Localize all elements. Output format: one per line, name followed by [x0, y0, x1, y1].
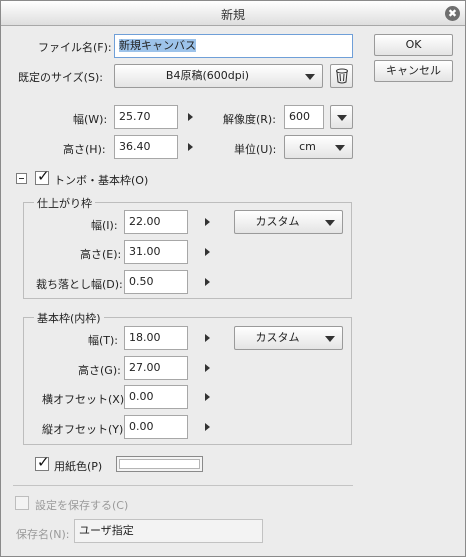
close-icon[interactable]: ✖	[445, 6, 460, 21]
save-name-label: 保存名(N):	[16, 528, 70, 541]
new-canvas-dialog: 新規 ✖ OK キャンセル ファイル名(F): 新規キャンバス 既定のサイズ(S…	[0, 0, 466, 557]
finish-frame-title: 仕上がり枠	[34, 195, 95, 211]
save-settings-checkbox[interactable]	[15, 496, 29, 510]
basic-width-label: 幅(T):	[88, 334, 119, 347]
v-offset-label: 縦オフセット(Y):	[42, 423, 128, 436]
finish-height-label: 高さ(E):	[80, 248, 122, 261]
canvas-width-input[interactable]: 25.70	[114, 105, 178, 129]
finish-width-label: 幅(I):	[91, 219, 118, 232]
save-settings-label: 設定を保存する(C)	[35, 499, 129, 512]
arrow-right-icon[interactable]	[205, 248, 210, 256]
unit-dropdown[interactable]: cm	[284, 135, 353, 159]
checkmark-icon: ✓	[37, 167, 50, 185]
paper-color-swatch-button[interactable]	[116, 456, 203, 472]
title-bar: 新規 ✖	[1, 1, 465, 26]
resolution-dropdown-button[interactable]	[330, 105, 353, 129]
finish-preset-dropdown[interactable]: カスタム	[234, 210, 343, 234]
canvas-height-input[interactable]: 36.40	[114, 135, 178, 159]
h-offset-input[interactable]: 0.00	[124, 385, 188, 409]
bleed-width-input[interactable]: 0.50	[124, 270, 188, 294]
arrow-right-icon[interactable]	[205, 218, 210, 226]
basic-preset-value: カスタム	[255, 331, 300, 344]
chevron-down-icon	[325, 336, 335, 342]
paper-color-swatch	[119, 459, 200, 469]
checkmark-icon: ✓	[37, 453, 50, 471]
arrow-right-icon[interactable]	[188, 113, 193, 121]
finish-height-input[interactable]: 31.00	[124, 240, 188, 264]
basic-preset-dropdown[interactable]: カスタム	[234, 326, 343, 350]
ok-button[interactable]: OK	[374, 34, 453, 56]
resolution-input[interactable]: 600	[284, 105, 324, 129]
arrow-right-icon[interactable]	[205, 278, 210, 286]
arrow-right-icon[interactable]	[205, 393, 210, 401]
chevron-down-icon	[335, 145, 345, 151]
finish-width-input[interactable]: 22.00	[124, 210, 188, 234]
bleed-width-label: 裁ち落とし幅(D):	[36, 278, 123, 291]
preset-size-dropdown[interactable]: B4原稿(600dpi)	[114, 64, 323, 88]
chevron-down-icon	[305, 74, 315, 80]
arrow-right-icon[interactable]	[188, 143, 193, 151]
preset-size-label: 既定のサイズ(S):	[18, 71, 103, 84]
tombo-checkbox[interactable]: ✓	[35, 167, 50, 185]
file-name-label: ファイル名(F):	[38, 41, 112, 54]
arrow-right-icon[interactable]	[205, 364, 210, 372]
chevron-down-icon	[337, 115, 347, 121]
chevron-down-icon	[325, 220, 335, 226]
basic-height-input[interactable]: 27.00	[124, 356, 188, 380]
dialog-title: 新規	[220, 8, 245, 22]
h-offset-label: 横オフセット(X):	[42, 393, 128, 406]
separator	[13, 485, 353, 486]
arrow-right-icon[interactable]	[205, 334, 210, 342]
paper-color-checkbox[interactable]: ✓	[35, 453, 50, 471]
unit-value: cm	[299, 140, 316, 153]
file-name-value: 新規キャンバス	[119, 39, 196, 52]
basic-height-label: 高さ(G):	[78, 364, 121, 377]
tombo-label: トンボ・基本枠(O)	[54, 174, 149, 187]
canvas-height-label: 高さ(H):	[63, 143, 106, 156]
canvas-width-label: 幅(W):	[73, 113, 108, 126]
trash-icon	[336, 68, 348, 84]
basic-width-input[interactable]: 18.00	[124, 326, 188, 350]
basic-frame-title: 基本枠(内枠)	[34, 310, 104, 326]
paper-color-label: 用紙色(P)	[54, 460, 103, 473]
finish-preset-value: カスタム	[255, 215, 300, 228]
delete-preset-button[interactable]	[330, 64, 353, 88]
v-offset-input[interactable]: 0.00	[124, 415, 188, 439]
cancel-button[interactable]: キャンセル	[374, 60, 453, 82]
preset-size-value: B4原稿(600dpi)	[165, 69, 250, 82]
collapse-icon[interactable]	[16, 173, 27, 184]
resolution-label: 解像度(R):	[223, 113, 276, 126]
file-name-input[interactable]: 新規キャンバス	[114, 34, 353, 58]
save-name-input[interactable]: ユーザ指定	[74, 519, 263, 543]
arrow-right-icon[interactable]	[205, 423, 210, 431]
unit-label: 単位(U):	[234, 143, 277, 156]
